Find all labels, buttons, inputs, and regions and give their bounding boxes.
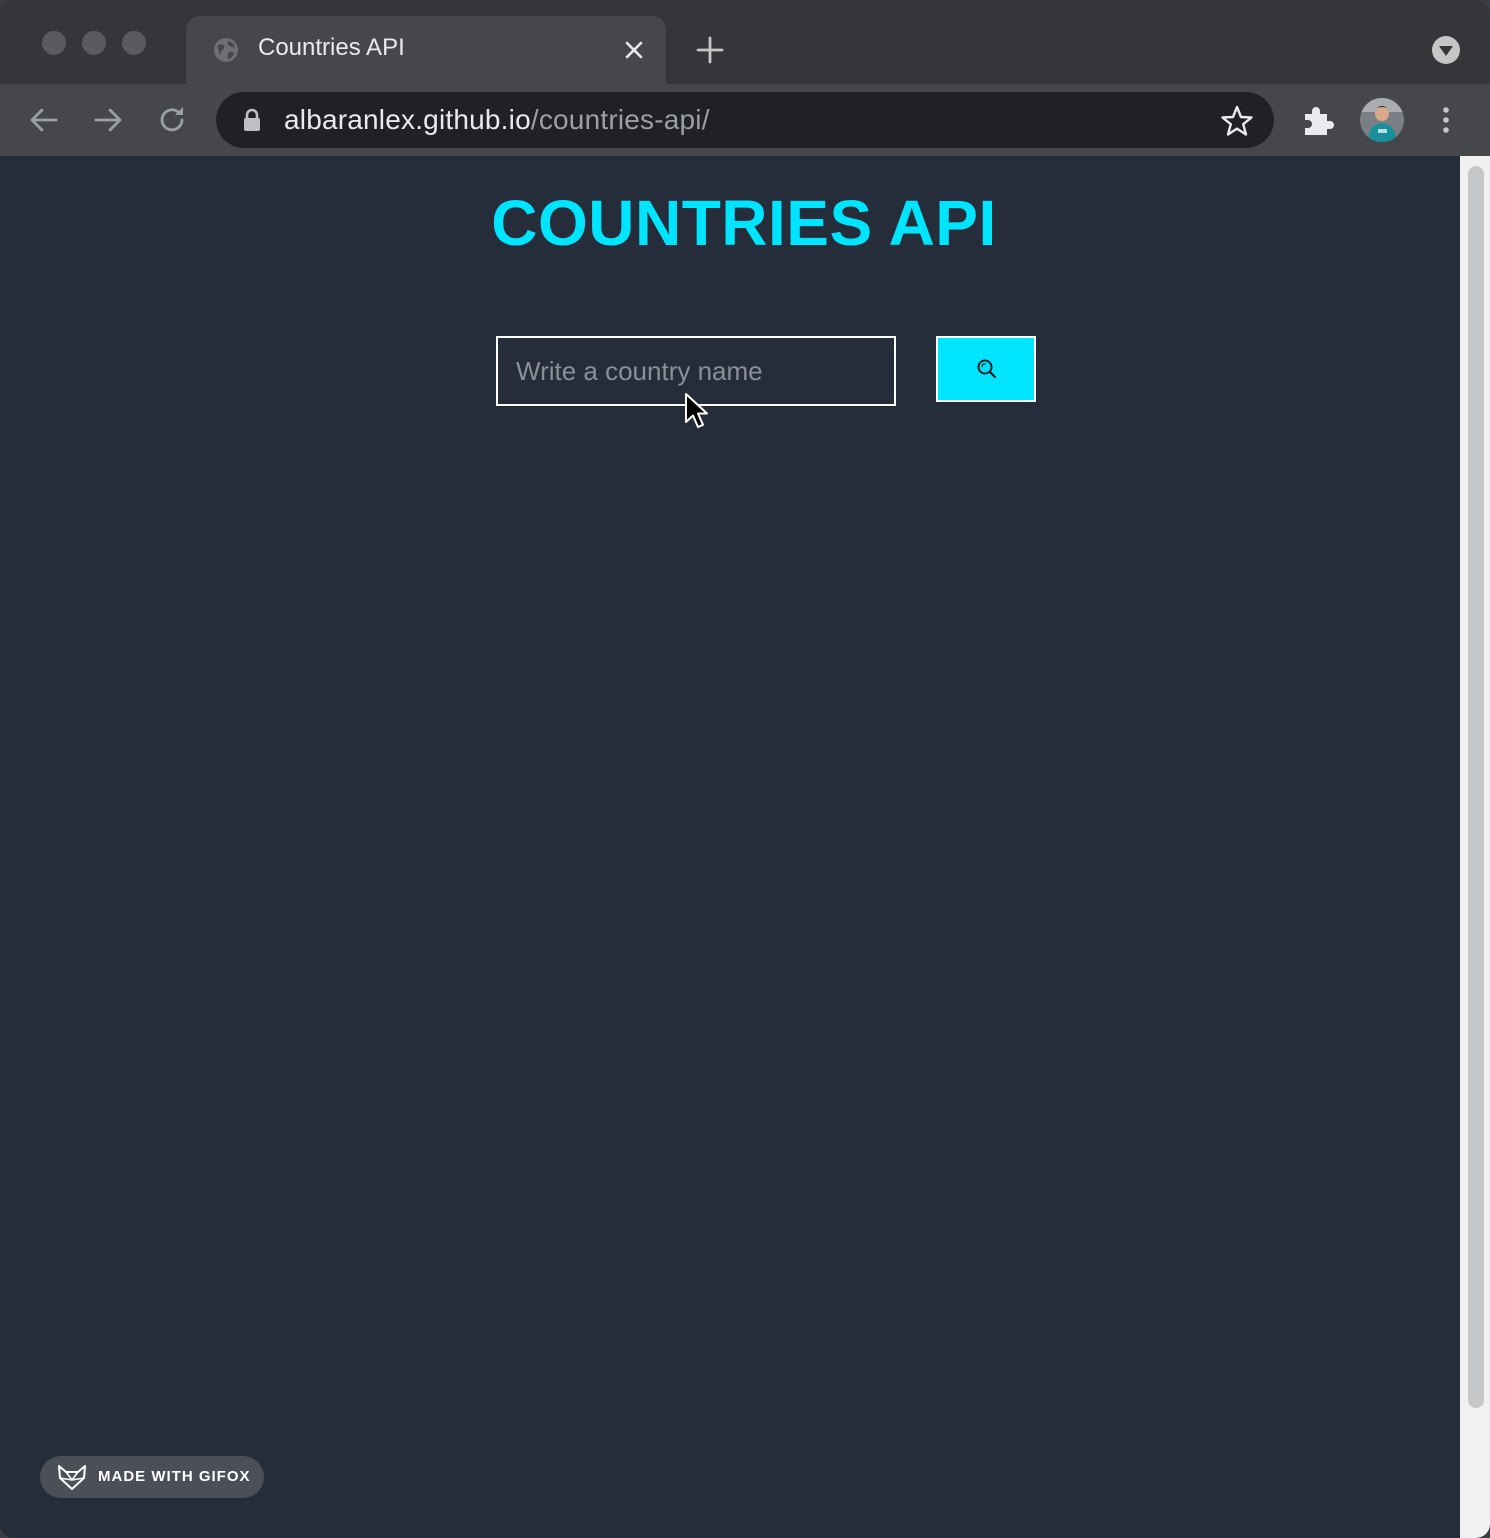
window-zoom-control[interactable] [122,31,146,55]
back-arrow-icon[interactable] [26,102,62,138]
reload-icon[interactable] [154,102,190,138]
forward-arrow-icon[interactable] [90,102,126,138]
extensions-puzzle-icon[interactable] [1300,102,1336,138]
browser-tab[interactable]: Countries API [186,16,666,84]
new-tab-plus-icon[interactable] [694,34,726,66]
url-domain: albaranlex.github.io [284,104,531,135]
page-title: COUNTRIES API [491,187,997,259]
browser-window: Countries API albaranlex.github.io/count… [0,0,1490,1538]
gifox-fox-icon [58,1465,86,1490]
gifox-watermark-badge: MADE WITH GIFOX [40,1456,264,1498]
page-scrollbar[interactable] [1460,156,1490,1538]
page-content: COUNTRIES API MADE WITH GIFOX [0,156,1460,1538]
gifox-watermark-label: MADE WITH GIFOX [98,1468,251,1485]
url-text: albaranlex.github.io/countries-api/ [284,104,710,136]
menu-kebab-icon[interactable] [1428,102,1464,138]
profile-avatar-image [1360,98,1404,142]
window-minimize-control[interactable] [82,31,106,55]
window-close-control[interactable] [42,31,66,55]
globe-icon [214,38,238,62]
url-path: /countries-api/ [530,104,710,135]
tab-title: Countries API [258,34,405,61]
browser-toolbar: albaranlex.github.io/countries-api/ [0,84,1490,156]
tab-close-icon[interactable] [620,36,648,64]
tab-search-dropdown-icon[interactable] [1430,34,1462,66]
profile-avatar[interactable] [1360,98,1404,142]
search-button[interactable] [936,336,1036,402]
address-bar[interactable]: albaranlex.github.io/countries-api/ [216,92,1274,148]
tab-strip: Countries API [0,0,1490,84]
search-icon [977,359,997,379]
mouse-pointer-icon [685,393,708,428]
scrollbar-thumb[interactable] [1468,166,1484,1408]
lock-icon[interactable] [240,107,264,133]
bookmark-star-icon[interactable] [1220,104,1254,138]
